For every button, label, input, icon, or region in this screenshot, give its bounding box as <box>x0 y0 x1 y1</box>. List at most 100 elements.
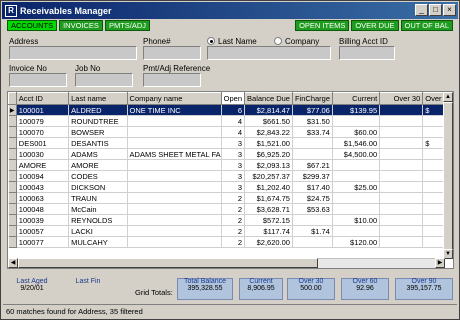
table-row[interactable]: 100070 BOWSER 4 $2,843.22 $33.74 $60.00 <box>8 126 453 138</box>
job-no-field[interactable] <box>75 73 133 87</box>
table-row[interactable]: 100063 TRAUN 2 $1,674.75 $24.75 <box>8 192 453 204</box>
table-cell: 3 <box>221 159 246 171</box>
tab-accounts[interactable]: ACCOUNTS <box>7 20 58 31</box>
table-cell: $117.74 <box>244 225 293 237</box>
name-field[interactable] <box>207 46 331 60</box>
table-cell <box>379 236 424 248</box>
address-field[interactable] <box>9 46 137 60</box>
table-cell: 2 <box>221 225 246 237</box>
table-row[interactable]: 100030 ADAMS ADAMS SHEET METAL FA 3 $6,925.2… <box>8 148 453 160</box>
table-row[interactable]: 100048 McCain 2 $3,628.71 $53.63 <box>8 203 453 215</box>
tab-out-of-bal[interactable]: OUT OF BAL <box>400 20 453 31</box>
row-selector[interactable] <box>8 126 17 138</box>
table-cell: $3,628.71 <box>244 203 293 215</box>
row-selector[interactable] <box>8 159 17 171</box>
col-current[interactable]: Current <box>331 92 381 105</box>
table-cell: $2,814.47 <box>244 104 293 116</box>
table-row[interactable]: DES001 DESANTIS 3 $1,521.00 $1,546.00 $ <box>8 137 453 149</box>
table-cell <box>379 104 424 116</box>
row-selector[interactable] <box>8 137 17 149</box>
receivables-window: R Receivables Manager _ □ × ACCOUNTS INV… <box>0 0 460 320</box>
table-cell <box>127 236 222 248</box>
table-cell: DES001 <box>16 137 70 149</box>
row-selector[interactable] <box>8 236 17 248</box>
tab-pmts-adj[interactable]: PMTS/ADJ <box>104 20 151 31</box>
scroll-right-icon[interactable]: ▶ <box>435 258 445 268</box>
accounts-table: Acct ID Last name Company name Open Bala… <box>8 92 453 248</box>
table-cell: 2 <box>221 214 246 226</box>
row-selector[interactable] <box>8 148 17 160</box>
table-cell: 3 <box>221 137 246 149</box>
row-selector[interactable]: ▶ <box>8 104 17 116</box>
over90-total-value: 395,157.75 <box>406 285 442 292</box>
pmt-ref-field[interactable] <box>143 73 201 87</box>
row-selector[interactable] <box>8 192 17 204</box>
vertical-thumb[interactable] <box>443 102 453 252</box>
table-row[interactable]: AMORE AMORE 3 $2,093.13 $67.21 <box>8 159 453 171</box>
status-bar: 60 matches found for Address, 35 filtere… <box>3 304 457 318</box>
table-cell <box>379 159 424 171</box>
tab-invoices[interactable]: INVOICES <box>59 20 103 31</box>
col-company[interactable]: Company name <box>126 92 222 105</box>
table-cell: MULCAHY <box>68 236 128 248</box>
row-selector[interactable] <box>8 170 17 182</box>
table-cell: 100079 <box>16 115 70 127</box>
phone-field[interactable] <box>143 46 201 60</box>
scroll-up-icon[interactable]: ▲ <box>443 92 453 102</box>
table-cell: $1,546.00 <box>332 137 381 149</box>
table-cell <box>379 148 424 160</box>
title-bar[interactable]: R Receivables Manager _ □ × <box>2 2 458 19</box>
invoice-no-field[interactable] <box>9 73 67 87</box>
row-selector[interactable] <box>8 214 17 226</box>
row-selector[interactable] <box>8 115 17 127</box>
table-cell: $17.40 <box>292 181 333 193</box>
table-cell <box>127 225 222 237</box>
table-row[interactable]: 100079 ROUNDTREE 4 $661.50 $31.50 <box>8 115 453 127</box>
row-selector[interactable] <box>8 225 17 237</box>
table-row[interactable]: 100077 MULCAHY 2 $2,620.00 $120.00 <box>8 236 453 248</box>
table-cell: DICKSON <box>68 181 128 193</box>
col-acct-id[interactable]: Acct ID <box>15 92 70 105</box>
table-row[interactable]: 100057 LACKI 2 $117.74 $1.74 <box>8 225 453 237</box>
company-radio[interactable]: Company <box>274 37 319 46</box>
table-cell <box>127 115 222 127</box>
table-cell <box>379 115 424 127</box>
vertical-scrollbar[interactable]: ▲ ▼ <box>443 92 453 259</box>
scroll-left-icon[interactable]: ◀ <box>8 258 18 268</box>
table-cell: $4,500.00 <box>332 148 381 160</box>
col-balance[interactable]: Balance Due <box>244 92 293 105</box>
table-cell: ADAMS <box>68 148 128 160</box>
minimize-button[interactable]: _ <box>415 4 428 16</box>
table-cell <box>379 137 424 149</box>
tab-over-due[interactable]: OVER DUE <box>351 20 399 31</box>
billing-acct-field[interactable] <box>339 46 395 60</box>
close-button[interactable]: × <box>443 4 456 16</box>
tab-open-items[interactable]: OPEN ITEMS <box>295 20 350 31</box>
last-name-radio[interactable]: Last Name <box>207 37 257 46</box>
table-row[interactable]: 100039 REYNOLDS 2 $572.15 $10.00 <box>8 214 453 226</box>
billing-acct-label: Billing Acct ID <box>339 37 388 46</box>
table-cell: ONE TIME INC <box>127 104 222 116</box>
table-row[interactable]: 100043 DICKSON 3 $1,202.40 $17.40 $25.00 <box>8 181 453 193</box>
col-fincharge[interactable]: FinCharge <box>291 92 333 105</box>
table-cell <box>127 159 222 171</box>
horizontal-scrollbar[interactable]: ◀ ▶ <box>8 258 445 268</box>
table-row[interactable]: ▶ 100001 ALDRED ONE TIME INC 6 $2,814.47 $77.0… <box>8 104 453 116</box>
table-cell: 2 <box>221 236 246 248</box>
maximize-button[interactable]: □ <box>429 4 442 16</box>
col-open[interactable]: Open <box>220 92 246 105</box>
table-cell: 100070 <box>16 126 70 138</box>
last-aged-value: 9/20/01 <box>20 285 44 292</box>
table-cell: $1,674.75 <box>244 192 293 204</box>
current-total-value: 8,906.95 <box>247 285 275 292</box>
horizontal-thumb[interactable] <box>18 258 318 268</box>
row-selector[interactable] <box>8 203 17 215</box>
col-over30[interactable]: Over 30 <box>379 92 424 105</box>
invoice-no-label: Invoice No <box>9 64 47 73</box>
col-last-name[interactable]: Last name <box>68 92 128 105</box>
table-row[interactable]: 100094 CODES 3 $20,257.37 $299.37 <box>8 170 453 182</box>
table-cell: $31.50 <box>292 115 333 127</box>
row-selector[interactable] <box>8 181 17 193</box>
table-cell: $77.06 <box>292 104 333 116</box>
table-cell: McCain <box>68 203 128 215</box>
